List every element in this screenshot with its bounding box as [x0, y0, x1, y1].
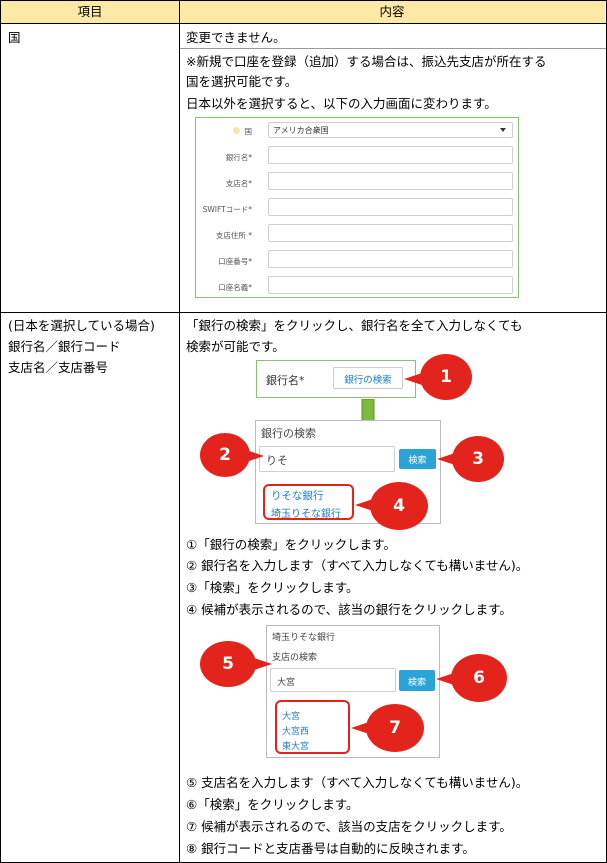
swift-label: SWIFTコード*: [202, 205, 252, 214]
callout-5: 5: [200, 641, 256, 687]
row1-line: 国を選択可能です。: [186, 74, 298, 89]
bank-name-label: 銀行名*: [225, 153, 252, 162]
row2-item-line: 銀行名／銀行コード: [8, 339, 121, 354]
header-content: 内容: [379, 4, 405, 19]
row1-line: 変更できません。: [186, 30, 286, 45]
header-item: 項目: [77, 4, 103, 19]
branch-address-label: 支店住所 *: [215, 231, 252, 240]
step-6: ⑥「検索」をクリックします。: [186, 797, 359, 812]
row2-item-line: (日本を選択している場合): [8, 318, 155, 333]
callout-1: 1: [420, 354, 472, 400]
step-4: ④ 候補が表示されるので、該当の銀行をクリックします。: [186, 602, 512, 617]
account-holder-field[interactable]: [268, 276, 513, 294]
bank-panel-title: 銀行の検索: [261, 427, 316, 440]
account-holder-label: 口座名義*: [218, 283, 252, 292]
bank-input-value: りそ: [266, 454, 288, 467]
branch-result-item[interactable]: 大宮西: [282, 724, 309, 737]
step-3: ③「検索」をクリックします。: [186, 580, 359, 595]
branch-name-label: 支店名*: [225, 179, 252, 188]
callout-5-pointer: [254, 658, 272, 670]
row2-item-line: 支店名／支店番号: [8, 360, 109, 375]
row1-item: 国: [8, 30, 21, 45]
callout-6: 6: [451, 654, 507, 702]
row1-line: ※新規で口座を登録（追加）する場合は、振込先支店が所在する: [186, 54, 547, 69]
bank-result-item[interactable]: 埼玉りそな銀行: [271, 505, 341, 520]
bank-search-submit-label: 検索: [408, 456, 427, 466]
branch-input-value: 大宮: [277, 678, 296, 688]
row2-intro: 「銀行の検索」をクリックし、銀行名を全て入力しなくても: [186, 318, 523, 333]
chevron-down-icon: [500, 128, 506, 132]
swift-field[interactable]: [268, 198, 513, 216]
branch-result-item[interactable]: 大宮: [282, 709, 300, 722]
bank-result-item[interactable]: りそな銀行: [271, 488, 324, 503]
row1-line: 日本以外を選択すると、以下の入力画面に変わります。: [186, 96, 497, 111]
callout-7: 7: [366, 704, 424, 752]
country-label: 国: [244, 127, 253, 136]
bank-search-label: 銀行の検索: [344, 375, 392, 386]
account-number-label: 口座番号*: [218, 257, 252, 266]
step-7: ⑦ 候補が表示されるので、該当の支店をクリックします。: [186, 819, 512, 834]
step-8: ⑧ 銀行コードと支店番号は自動的に反映されます。: [186, 841, 475, 856]
callout-2: 2: [200, 433, 250, 477]
account-number-field[interactable]: [268, 250, 513, 268]
bank-label: 銀行名*: [266, 374, 305, 387]
step-5: ⑤ 支店名を入力します（すべて入力しなくても構いません)。: [186, 775, 529, 790]
branch-search-submit-label: 検索: [407, 678, 426, 688]
branch-name-field[interactable]: [268, 172, 513, 190]
branch-result-item[interactable]: 東大宮: [282, 739, 309, 752]
country-value: アメリカ合衆国: [273, 126, 329, 135]
callout-4: 4: [370, 482, 428, 530]
step-1: ①「銀行の検索」をクリックします。: [186, 537, 396, 552]
step-2: ② 銀行名を入力します（すべて入力しなくても構いません)。: [186, 558, 529, 573]
row2-intro: 検索が可能です。: [186, 339, 285, 354]
branch-panel-title: 支店の検索: [272, 653, 318, 663]
branch-bank-name: 埼玉りそな銀行: [272, 633, 336, 643]
bank-name-field[interactable]: [268, 146, 513, 164]
callout-3: 3: [452, 436, 504, 482]
branch-address-field[interactable]: [268, 224, 513, 242]
